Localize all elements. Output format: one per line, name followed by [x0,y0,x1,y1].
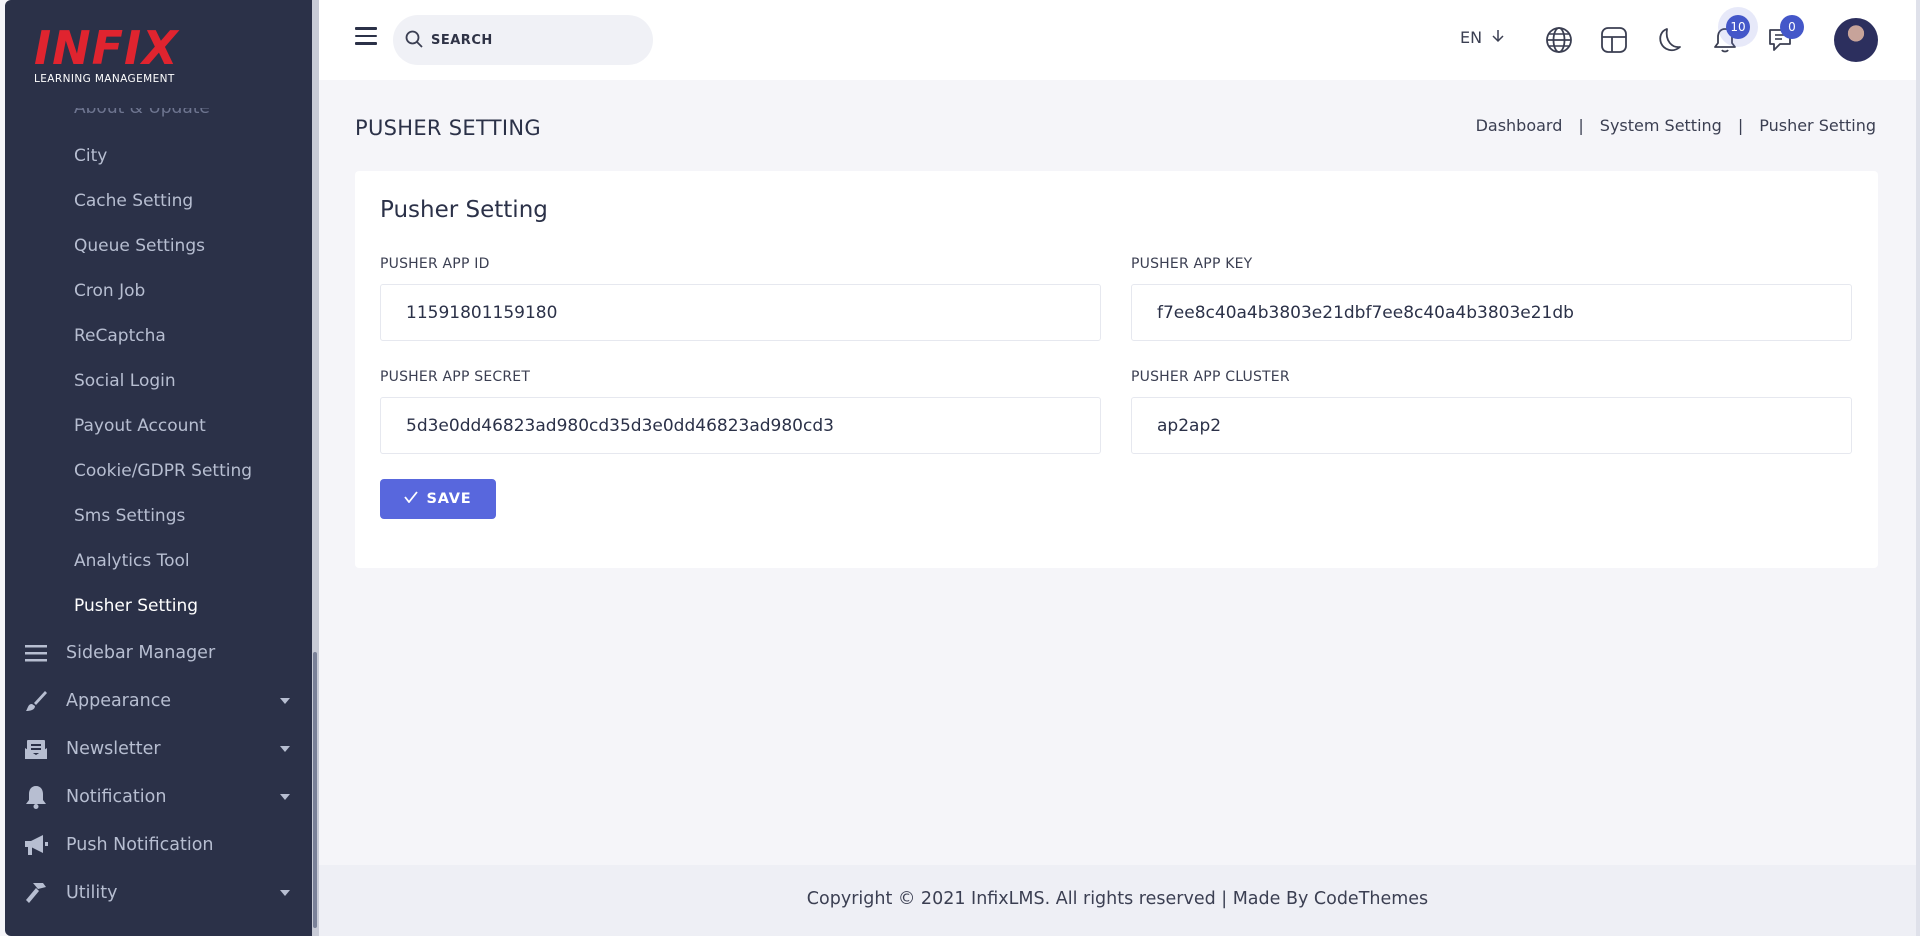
app-secret-field[interactable] [380,397,1101,454]
brush-icon [23,688,49,714]
card-title: Pusher Setting [380,197,548,223]
app-id-label: PUSHER APP ID [380,256,490,272]
globe-icon[interactable] [1544,25,1574,55]
sidebar-item-label: Newsletter [66,739,161,759]
sidebar-item-newsletter[interactable]: Newsletter [5,727,317,771]
window-edge [1916,0,1920,936]
app-cluster-label: PUSHER APP CLUSTER [1131,369,1290,385]
chevron-down-icon [280,698,290,704]
chevron-down-icon [280,794,290,800]
sidebar-subitem-queue-settings[interactable]: Queue Settings [74,236,205,256]
message-count-badge: 0 [1780,15,1804,39]
sidebar-subitem-recaptcha[interactable]: ReCaptcha [74,326,166,346]
sidebar-item-label: Appearance [66,691,172,711]
search-input[interactable] [431,29,631,51]
app-id-field[interactable] [380,284,1101,341]
sidebar-subitem-analytics-tool[interactable]: Analytics Tool [74,551,190,571]
save-button-label: SAVE [426,491,472,507]
footer: Copyright © 2021 InfixLMS. All rights re… [319,865,1916,936]
sidebar-subitem-cron-job[interactable]: Cron Job [74,281,145,301]
mail-open-icon [23,736,49,762]
sidebar: INFIX LEARNING MANAGEMENT About & Update… [5,0,317,936]
sidebar-item-label: Utility [66,883,118,903]
sidebar-item-notification[interactable]: Notification [5,775,317,819]
sidebar-item-sidebar-manager[interactable]: Sidebar Manager [5,631,317,675]
check-icon [404,491,419,507]
chevron-down-icon [280,746,290,752]
sidebar-subitem-city[interactable]: City [74,146,107,166]
breadcrumb-pusher-setting: Pusher Setting [1759,116,1876,135]
search-icon [405,30,423,52]
breadcrumb-separator: | [1737,116,1744,135]
breadcrumb-system-setting[interactable]: System Setting [1600,116,1722,135]
logo-wordmark: INFIX [34,21,179,75]
language-selector[interactable]: EN [1460,28,1504,47]
breadcrumb-dashboard[interactable]: Dashboard [1476,116,1563,135]
chevron-down-icon [280,890,290,896]
sidebar-item-label: Sidebar Manager [66,643,216,663]
logo-tagline: LEARNING MANAGEMENT [34,73,175,85]
app-key-field[interactable] [1131,284,1852,341]
pusher-setting-card: Pusher Setting PUSHER APP ID PUSHER APP … [355,171,1878,568]
sidebar-scrollbar-thumb[interactable] [313,652,317,928]
page-title: PUSHER SETTING [355,116,541,140]
sidebar-subitem-pusher-setting[interactable]: Pusher Setting [74,596,198,616]
avatar[interactable] [1834,18,1878,62]
menu-toggle-icon[interactable] [355,27,377,45]
hammer-icon [23,880,49,906]
sidebar-item-label: Notification [66,787,167,807]
app-key-label: PUSHER APP KEY [1131,256,1253,272]
footer-copyright: Copyright © 2021 InfixLMS. All rights re… [806,889,1429,909]
sidebar-item-appearance[interactable]: Appearance [5,679,317,723]
sidebar-item-label: Push Notification [66,835,214,855]
notification-count-badge: 10 [1726,15,1750,39]
breadcrumb: Dashboard | System Setting | Pusher Sett… [1476,116,1876,135]
sidebar-subitem-cookie-gdpr[interactable]: Cookie/GDPR Setting [74,461,252,481]
list-icon [23,640,49,666]
save-button[interactable]: SAVE [380,479,496,519]
bell-icon [23,784,49,810]
app-cluster-field[interactable] [1131,397,1852,454]
search-bar[interactable] [393,15,653,65]
sidebar-subitem-payout-account[interactable]: Payout Account [74,416,206,436]
brand-logo[interactable]: INFIX LEARNING MANAGEMENT [34,21,254,96]
sidebar-subitem-sms-settings[interactable]: Sms Settings [74,506,185,526]
breadcrumb-separator: | [1578,116,1584,135]
sidebar-subitem-social-login[interactable]: Social Login [74,371,176,391]
moon-icon[interactable] [1655,25,1685,55]
arrow-down-icon [1492,28,1504,47]
language-label: EN [1460,28,1483,47]
sidebar-subitem-cache-setting[interactable]: Cache Setting [74,191,193,211]
app-secret-label: PUSHER APP SECRET [380,369,531,385]
sidebar-item-push-notification[interactable]: Push Notification [5,823,317,867]
megaphone-icon [23,832,49,858]
layout-icon[interactable] [1599,25,1629,55]
sidebar-item-utility[interactable]: Utility [5,871,317,915]
sidebar-subitem-about-update[interactable]: About & Update [74,108,210,118]
